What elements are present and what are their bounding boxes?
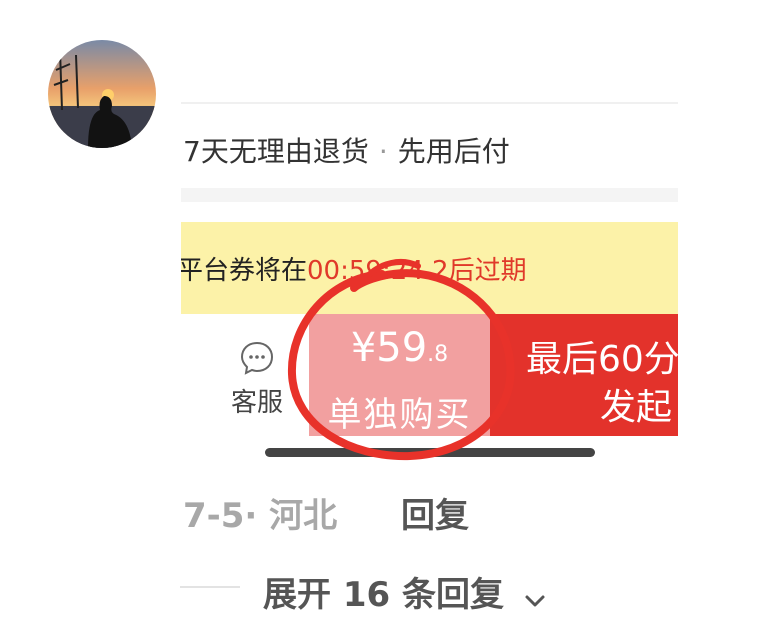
- reply-button[interactable]: 回复: [401, 488, 469, 537]
- group-buy-line1: 最后60分: [526, 339, 678, 380]
- chevron-down-icon: [524, 577, 546, 617]
- buy-alone-button[interactable]: ¥59.8 单独购买: [309, 314, 490, 436]
- policy-pay-later: 先用后付: [397, 135, 510, 168]
- group-buy-line2: 发起: [600, 387, 673, 428]
- coupon-prefix: 平台券将在: [181, 256, 308, 286]
- avatar[interactable]: [48, 40, 156, 148]
- coupon-banner: 平台券将在00:59:24.2后过期: [181, 222, 678, 314]
- expand-divider: [180, 586, 240, 588]
- coupon-text: 平台券将在00:59:24.2后过期: [181, 250, 527, 287]
- section-gap: [181, 188, 678, 202]
- solo-price: ¥59.8: [309, 326, 490, 377]
- service-policy: 7天无理由退货 · 先用后付: [183, 130, 510, 170]
- group-buy-button[interactable]: 最后60分 发起: [490, 314, 678, 436]
- buy-alone-label: 单独购买: [327, 395, 472, 435]
- home-indicator: [265, 448, 595, 457]
- policy-return: 7天无理由退货: [183, 135, 369, 168]
- divider: [181, 102, 678, 104]
- embedded-screenshot: 7天无理由退货 · 先用后付 平台券将在00:59:24.2后过期 客服 ¥59.8…: [181, 100, 678, 460]
- expand-label: 展开 16 条回复: [263, 575, 504, 615]
- sunset-avatar-image: [48, 40, 156, 148]
- comment-date-location: 7-5· 河北: [183, 496, 338, 536]
- service-label: 客服: [230, 388, 283, 418]
- price-decimal: .8: [427, 342, 449, 367]
- coupon-suffix: 后过期: [448, 256, 527, 286]
- price-integer: 59: [376, 325, 428, 371]
- policy-dot: ·: [378, 135, 388, 168]
- price-symbol: ¥: [350, 325, 377, 371]
- chat-bubble-icon: [239, 340, 275, 376]
- coupon-countdown: 00:59:24.2: [307, 256, 449, 286]
- customer-service-button[interactable]: 客服: [227, 340, 287, 419]
- expand-replies-button[interactable]: 展开 16 条回复: [263, 567, 546, 617]
